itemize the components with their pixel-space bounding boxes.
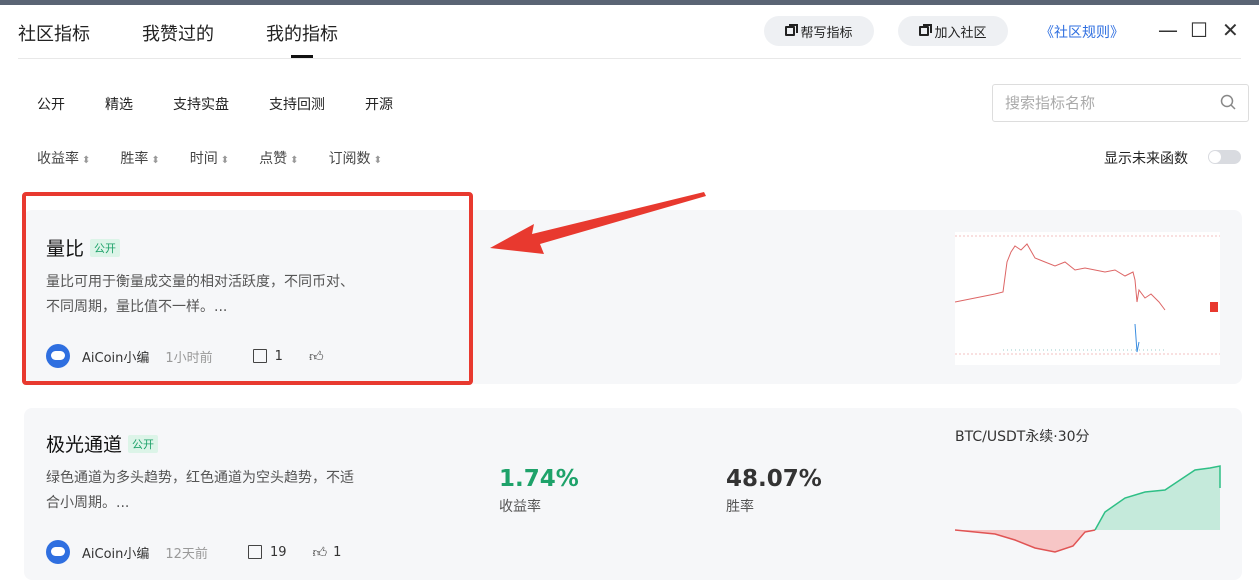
help-write-button[interactable]: 帮写指标: [764, 16, 874, 46]
return-stat: 1.74% 收益率: [499, 466, 579, 516]
sort-arrows-icon: ⬍: [290, 155, 299, 166]
indicator-name: 极光通道: [46, 434, 123, 456]
external-icon: [919, 24, 933, 36]
main-tabs: 社区指标 我赞过的 我的指标: [18, 20, 390, 58]
filter-public[interactable]: 公开: [37, 94, 65, 114]
future-function-label: 显示未来函数: [1104, 151, 1188, 167]
tab-liked[interactable]: 我赞过的: [142, 20, 214, 45]
tab-community[interactable]: 社区指标: [18, 20, 90, 45]
winrate-label: 胜率: [726, 499, 754, 515]
indicator-meta: AiCoin小编 12天前 19 👍︎ 1: [46, 540, 341, 564]
indicator-description: 绿色通道为多头趋势，红色通道为空头趋势，不适合小周期。...: [46, 470, 354, 511]
sort-subscribers[interactable]: 订阅数 ⬍: [329, 148, 382, 168]
author-name[interactable]: AiCoin小编: [82, 543, 149, 562]
subscribe-count: 19: [269, 544, 287, 560]
filter-bar: 公开 精选 支持实盘 支持回测 开源: [37, 94, 433, 114]
tab-mine[interactable]: 我的指标: [266, 20, 338, 58]
sort-arrows-icon: ⬍: [151, 155, 160, 166]
sort-arrows-icon: ⬍: [373, 155, 382, 166]
search-box: [992, 84, 1249, 122]
equity-curve-thumbnail: [955, 465, 1221, 553]
top-strip: [0, 0, 1259, 5]
filter-featured[interactable]: 精选: [105, 94, 133, 114]
sort-arrows-icon: ⬍: [220, 155, 230, 166]
search-input[interactable]: [1005, 85, 1205, 121]
avatar[interactable]: [46, 540, 70, 564]
header-divider: [18, 58, 1241, 59]
filter-opensource[interactable]: 开源: [365, 94, 393, 114]
sort-bar: 收益率 ⬍ 胜率 ⬍ 时间 ⬍ 点赞 ⬍ 订阅数 ⬍: [37, 148, 412, 168]
post-time: 12天前: [165, 546, 208, 562]
public-badge: 公开: [128, 435, 159, 453]
sort-time[interactable]: 时间 ⬍: [190, 148, 229, 168]
join-community-button[interactable]: 加入社区: [898, 16, 1008, 46]
join-community-label: 加入社区: [934, 25, 987, 41]
community-rules-link[interactable]: 《社区规则》: [1040, 22, 1124, 42]
future-function-toggle[interactable]: [1208, 150, 1241, 164]
filter-backtest[interactable]: 支持回测: [269, 94, 325, 114]
sort-likes[interactable]: 点赞 ⬍: [259, 148, 298, 168]
external-icon: [785, 24, 799, 36]
like-icon[interactable]: 👍︎: [312, 544, 327, 561]
highlight-box: [22, 192, 473, 385]
indicator-chart-thumbnail: [955, 232, 1220, 365]
return-label: 收益率: [499, 499, 541, 515]
annotation-arrow: [490, 192, 706, 254]
close-icon[interactable]: ✕: [1222, 18, 1239, 42]
sort-arrows-icon: ⬍: [82, 155, 91, 166]
indicator-title: 极光通道 公开: [46, 430, 159, 457]
filter-live[interactable]: 支持实盘: [173, 94, 229, 114]
help-write-label: 帮写指标: [800, 25, 853, 41]
sort-return[interactable]: 收益率 ⬍: [37, 148, 90, 168]
search-icon[interactable]: [1220, 94, 1236, 110]
like-count: 1: [333, 544, 342, 560]
winrate-value: 48.07%: [726, 466, 822, 492]
subscribe-icon[interactable]: [247, 545, 262, 559]
sort-winrate[interactable]: 胜率 ⬍: [120, 148, 159, 168]
return-value: 1.74%: [499, 466, 579, 492]
winrate-stat: 48.07% 胜率: [726, 466, 822, 516]
maximize-icon[interactable]: ☐: [1190, 18, 1208, 42]
pair-label: BTC/USDT永续·30分: [955, 429, 1090, 445]
minimize-icon[interactable]: —: [1158, 18, 1178, 42]
